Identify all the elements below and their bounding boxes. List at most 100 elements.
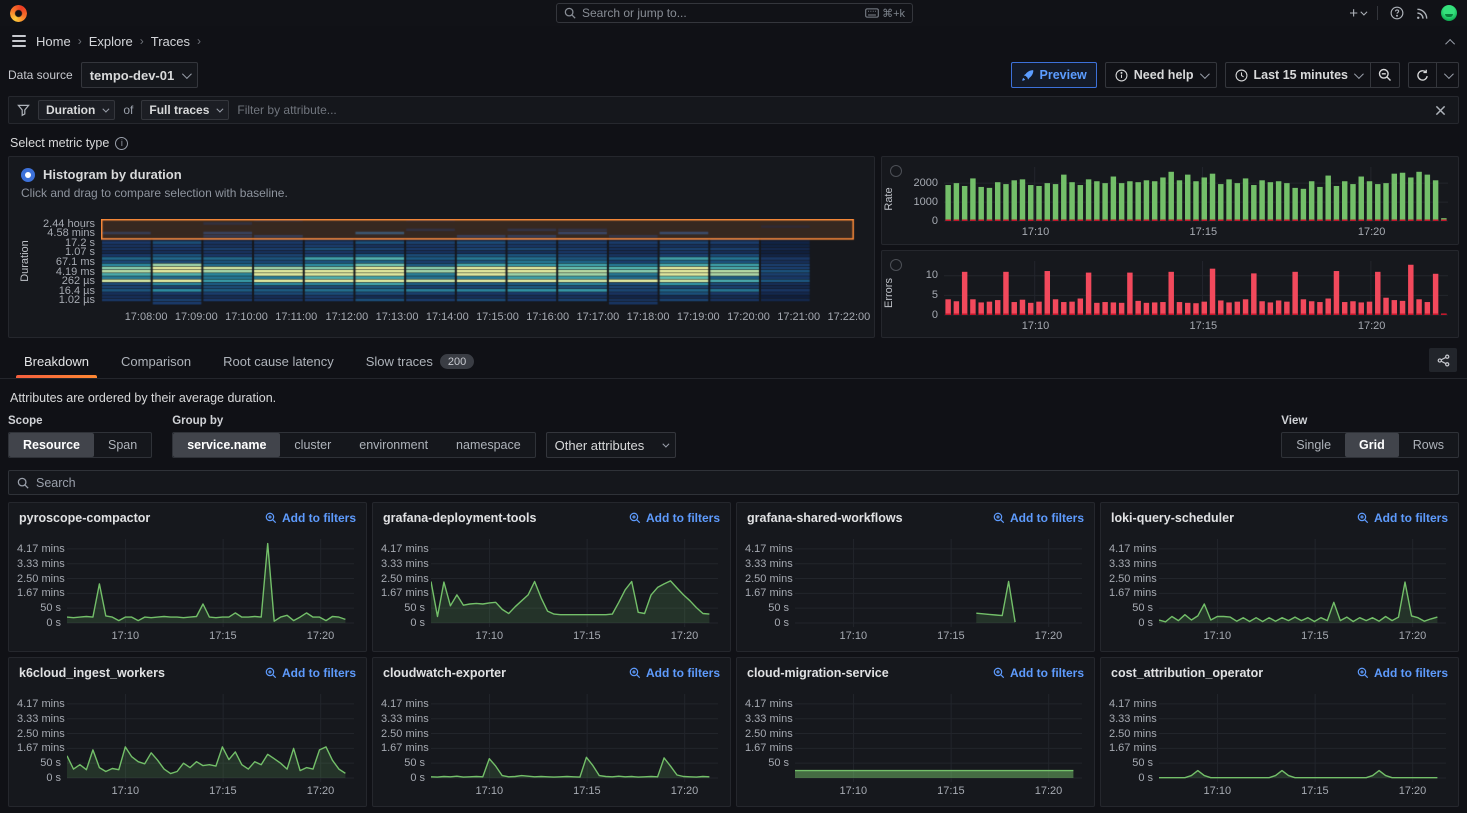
groupby-option-cluster[interactable]: cluster — [280, 433, 345, 457]
filter-by-attribute-input[interactable] — [237, 103, 1423, 117]
duration-line-chart[interactable]: 4.17 mins3.33 mins2.50 mins1.67 mins50 s… — [17, 690, 358, 800]
data-source-label: Data source — [8, 68, 73, 82]
data-source-select[interactable]: tempo-dev-01 — [81, 62, 199, 88]
histogram-radio[interactable] — [21, 168, 35, 182]
panel-title: grafana-deployment-tools — [383, 511, 537, 525]
global-search[interactable]: ⌘+k — [556, 3, 913, 23]
view-option-rows[interactable]: Rows — [1399, 433, 1458, 457]
duration-line-chart[interactable]: 4.17 mins3.33 mins2.50 mins1.67 mins50 s… — [745, 535, 1086, 645]
help-icon[interactable] — [1390, 6, 1404, 20]
clear-filter-icon[interactable] — [1431, 103, 1450, 118]
top-nav: ⌘+k + — [0, 0, 1467, 26]
duration-select[interactable]: Duration — [38, 100, 115, 120]
axis-tick-label: 17:15 — [573, 785, 601, 797]
other-attributes-select[interactable]: Other attributes — [546, 432, 676, 458]
groupby-control: Group by service.nameclusterenvironmentn… — [172, 415, 675, 458]
duration-line-chart[interactable]: 4.17 mins3.33 mins2.50 mins1.67 mins50 s… — [1109, 690, 1450, 800]
breakdown-grid: pyroscope-compactor Add to filters 4.17 … — [0, 495, 1467, 813]
axis-tick-label: 1.67 mins — [745, 742, 789, 754]
axis-tick-label: 2.50 mins — [381, 728, 425, 740]
axis-tick-label: 0 s — [17, 617, 61, 629]
add-to-filters-link[interactable]: Add to filters — [265, 666, 356, 680]
add-to-filters-link[interactable]: Add to filters — [993, 511, 1084, 525]
axis-tick-label: 17:19:00 — [677, 311, 720, 323]
share-button[interactable] — [1429, 348, 1457, 372]
axis-tick-label: 17:22:00 — [827, 311, 870, 323]
groupby-option-environment[interactable]: environment — [345, 433, 442, 457]
line-chart-svg — [1159, 694, 1446, 782]
refresh-button[interactable] — [1408, 62, 1436, 88]
user-avatar[interactable] — [1441, 5, 1457, 21]
time-range-button[interactable]: Last 15 minutes — [1225, 62, 1370, 88]
duration-line-chart[interactable]: 4.17 mins3.33 mins2.50 mins1.67 mins50 s… — [381, 535, 722, 645]
axis-tick-label: 17:20 — [1358, 320, 1386, 332]
line-chart-svg — [67, 694, 354, 782]
add-to-filters-link[interactable]: Add to filters — [629, 666, 720, 680]
grafana-logo-icon[interactable] — [10, 5, 27, 22]
groupby-option-service-name[interactable]: service.name — [173, 433, 280, 457]
duration-value: Duration — [46, 103, 95, 117]
toolbar-right: Preview Need help Last 15 minutes — [1011, 62, 1460, 88]
bar-chart[interactable] — [944, 261, 1448, 316]
duration-line-chart[interactable]: 4.17 mins3.33 mins2.50 mins1.67 mins50 s… — [381, 690, 722, 800]
scope-option-span[interactable]: Span — [94, 433, 151, 457]
view-segmented: SingleGridRows — [1281, 432, 1459, 458]
magnifier-plus-icon — [1357, 667, 1369, 679]
tab-breakdown[interactable]: Breakdown — [16, 348, 97, 378]
need-help-button[interactable]: Need help — [1105, 62, 1217, 88]
axis-tick-label: 1.67 mins — [17, 742, 61, 754]
add-to-filters-link[interactable]: Add to filters — [265, 511, 356, 525]
axis-tick-label: 1.67 mins — [381, 742, 425, 754]
scope-option-resource[interactable]: Resource — [9, 433, 94, 457]
duration-line-chart[interactable]: 4.17 mins3.33 mins2.50 mins1.67 mins50 s… — [1109, 535, 1450, 645]
breadcrumb-item[interactable]: Traces — [151, 34, 190, 49]
close-icon — [1435, 105, 1446, 116]
panel-title: cloudwatch-exporter — [383, 666, 506, 680]
add-new-button[interactable]: + — [1349, 5, 1365, 22]
breakdown-search[interactable] — [8, 470, 1459, 495]
refresh-interval-dropdown[interactable] — [1436, 62, 1459, 88]
view-option-grid[interactable]: Grid — [1345, 433, 1399, 457]
axis-tick-label: 4.17 mins — [381, 698, 425, 710]
controls-row: Scope ResourceSpan Group by service.name… — [0, 409, 1467, 458]
funnel-icon — [17, 104, 30, 117]
zoom-out-button[interactable] — [1370, 62, 1400, 88]
divider — [1377, 6, 1378, 20]
tab-slow-traces[interactable]: Slow traces200 — [358, 348, 483, 378]
add-to-filters-link[interactable]: Add to filters — [993, 666, 1084, 680]
duration-heatmap[interactable]: Duration2.44 hours4.58 mins17.2 s1.07 s6… — [21, 217, 862, 333]
metric-info-icon[interactable]: i — [115, 137, 128, 150]
add-to-filters-link[interactable]: Add to filters — [1357, 666, 1448, 680]
tab-root-cause-latency[interactable]: Root cause latency — [215, 348, 342, 378]
info-circle-icon — [1115, 69, 1128, 82]
traces-type-select[interactable]: Full traces — [141, 100, 229, 120]
axis-tick-label: 17:15 — [1190, 320, 1218, 332]
axis-tick-label: 3.33 mins — [381, 713, 425, 725]
shortcut-hint: ⌘+k — [865, 7, 905, 20]
breakdown-search-input[interactable] — [36, 476, 1450, 490]
errors-radio[interactable] — [890, 259, 902, 271]
preview-button[interactable]: Preview — [1011, 62, 1097, 88]
axis-tick-label: 17:15 — [1190, 226, 1218, 238]
breadcrumb-item[interactable]: Explore — [89, 34, 133, 49]
axis-tick-label: 2.50 mins — [745, 728, 789, 740]
news-feed-icon[interactable] — [1416, 7, 1429, 20]
scope-segmented: ResourceSpan — [8, 432, 152, 458]
heatmap-canvas[interactable] — [101, 219, 860, 305]
global-search-input[interactable] — [582, 6, 859, 20]
tab-comparison[interactable]: Comparison — [113, 348, 199, 378]
groupby-option-namespace[interactable]: namespace — [442, 433, 535, 457]
bar-chart[interactable] — [944, 167, 1448, 222]
add-to-filters-link[interactable]: Add to filters — [1357, 511, 1448, 525]
duration-line-chart[interactable]: 4.17 mins3.33 mins2.50 mins1.67 mins50 s… — [745, 690, 1086, 800]
breadcrumb-item[interactable]: Home — [36, 34, 71, 49]
breakdown-panel: k6cloud_ingest_workers Add to filters 4.… — [8, 657, 367, 807]
add-to-filters-link[interactable]: Add to filters — [629, 511, 720, 525]
duration-line-chart[interactable]: 4.17 mins3.33 mins2.50 mins1.67 mins50 s… — [17, 535, 358, 645]
axis-tick-label: 50 s — [1109, 602, 1153, 614]
view-option-single[interactable]: Single — [1282, 433, 1345, 457]
collapse-chevron-up-icon[interactable] — [1448, 34, 1455, 49]
menu-toggle-icon[interactable] — [12, 35, 26, 47]
breadcrumb-row: Home›Explore›Traces› — [0, 26, 1467, 56]
bar-y-axis-title: Rate — [883, 176, 895, 222]
